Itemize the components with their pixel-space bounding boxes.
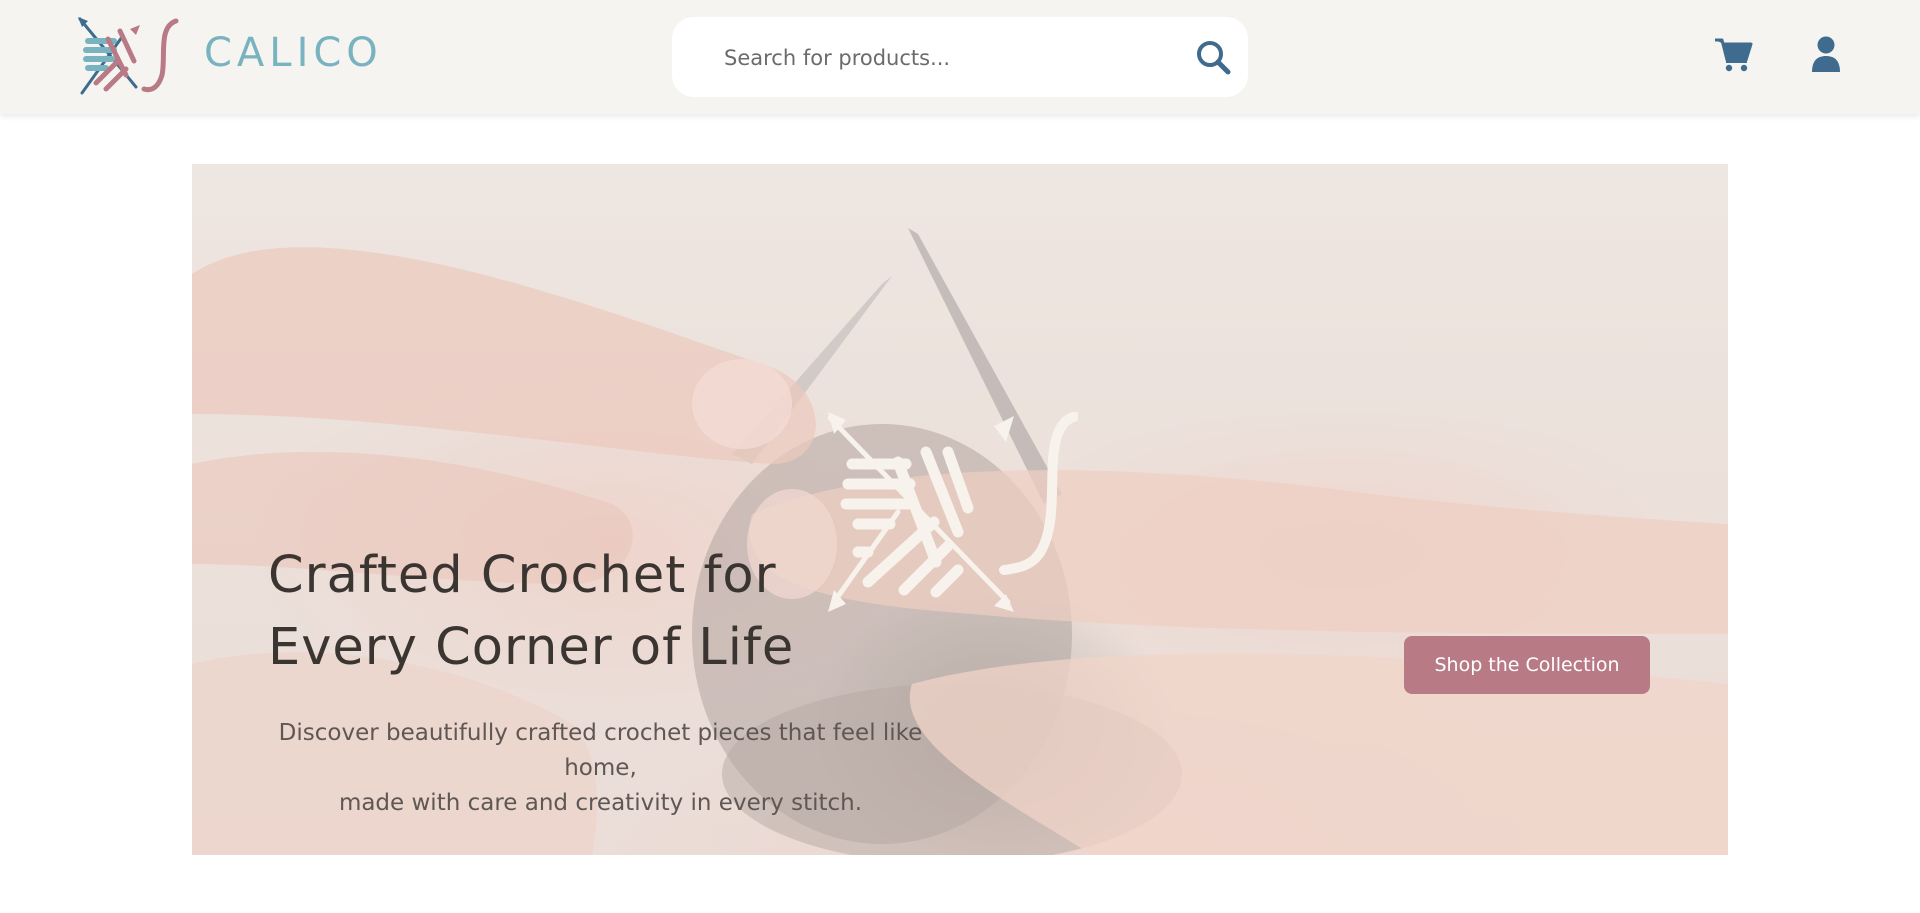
account-button[interactable] [1810, 36, 1842, 72]
site-header: CALICO [0, 0, 1920, 114]
hero-banner: Crafted Crochet for Every Corner of Life… [192, 164, 1728, 855]
search-icon [1197, 41, 1231, 75]
hero-subtitle-line-1: Discover beautifully crafted crochet pie… [278, 720, 923, 781]
user-icon [1812, 36, 1840, 72]
cart-button[interactable] [1714, 36, 1754, 72]
hero-title-line-2: Every Corner of Life [268, 618, 795, 677]
search-button[interactable] [1193, 37, 1233, 77]
cart-icon [1715, 38, 1753, 72]
brand-logo-link[interactable]: CALICO [78, 17, 378, 97]
brand-name: CALICO [204, 30, 383, 76]
shop-collection-button[interactable]: Shop the Collection [1404, 636, 1650, 694]
calico-logo-icon [78, 17, 179, 95]
hero-title: Crafted Crochet for Every Corner of Life [268, 540, 908, 684]
hero-subtitle: Discover beautifully crafted crochet pie… [268, 716, 933, 821]
search-bar [672, 17, 1248, 97]
search-input[interactable] [722, 37, 1146, 79]
hero-title-line-1: Crafted Crochet for [268, 546, 777, 605]
hero-subtitle-line-2: made with care and creativity in every s… [338, 790, 863, 816]
